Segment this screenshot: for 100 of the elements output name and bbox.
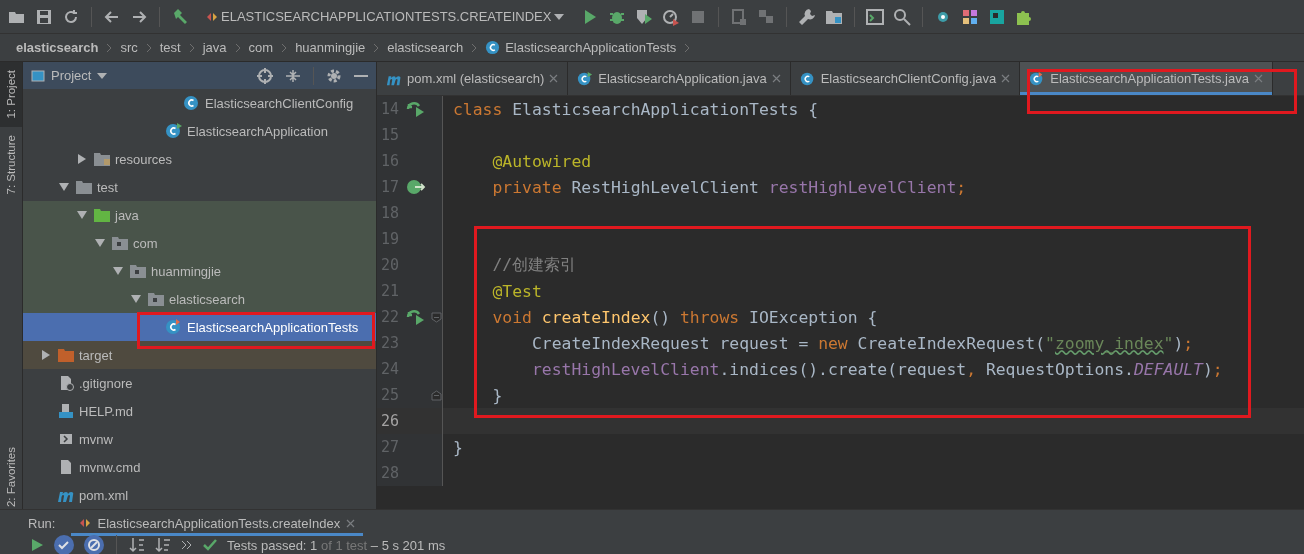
code-line: restHighLevelClient.indices().create(request, RequestOptions.DEFAULT); bbox=[530, 359, 1223, 379]
folder-icon bbox=[93, 207, 111, 223]
breadcrumb-item[interactable]: ElasticsearchApplicationTests bbox=[485, 40, 677, 55]
class-icon bbox=[165, 319, 183, 335]
tree-item[interactable]: ElasticsearchApplication bbox=[23, 117, 376, 145]
tree-item[interactable]: mvnw bbox=[23, 425, 376, 453]
expand-arrow-icon[interactable] bbox=[131, 294, 141, 304]
shield-icon[interactable] bbox=[635, 7, 654, 26]
sort-icon[interactable] bbox=[155, 537, 171, 553]
crosshair-icon[interactable] bbox=[257, 67, 273, 84]
tree-item[interactable]: java bbox=[23, 201, 376, 229]
grid-icon[interactable] bbox=[961, 7, 980, 26]
run-test-icon[interactable] bbox=[406, 101, 426, 117]
editor-tab[interactable]: ElasticsearchApplication.java bbox=[568, 62, 791, 95]
breadcrumb-item[interactable]: elasticsearch bbox=[387, 40, 464, 55]
expand-arrow-icon[interactable] bbox=[77, 210, 87, 220]
chevron-icon bbox=[281, 42, 288, 53]
tree-item[interactable]: .gitignore bbox=[23, 369, 376, 397]
chevron-icon bbox=[373, 42, 380, 53]
code-line: @Test bbox=[491, 281, 542, 301]
folder-icon bbox=[75, 179, 93, 195]
search-icon[interactable] bbox=[893, 7, 912, 26]
class-icon bbox=[165, 123, 183, 139]
code-line: } bbox=[453, 437, 463, 457]
expand-arrow-icon[interactable] bbox=[113, 266, 123, 276]
run-tab[interactable]: ElasticsearchApplicationTests.createIndex bbox=[71, 510, 364, 536]
editor-tab[interactable]: ElasticsearchApplicationTests.java bbox=[1020, 62, 1273, 95]
package-icon bbox=[111, 235, 129, 251]
tree-item[interactable]: mvnw.cmd bbox=[23, 453, 376, 481]
breadcrumb-item[interactable]: huanmingjie bbox=[295, 40, 366, 55]
tool-window-tab[interactable]: 7: Structure bbox=[0, 126, 22, 203]
run-test-icon[interactable] bbox=[406, 309, 426, 325]
caret-icon bbox=[554, 13, 565, 20]
wrench-icon[interactable] bbox=[798, 7, 817, 26]
tree-item[interactable]: elasticsearch bbox=[23, 285, 376, 313]
test-status: Tests passed: 1 of 1 test – 5 s 201 ms bbox=[227, 537, 446, 553]
chevron-icon bbox=[188, 42, 195, 53]
settings-icon[interactable] bbox=[326, 67, 342, 84]
code-line: class ElasticsearchApplicationTests { bbox=[453, 99, 819, 119]
fold-marker-icon[interactable] bbox=[431, 311, 442, 323]
code-line: } bbox=[491, 385, 503, 405]
expand-arrow-icon[interactable] bbox=[77, 154, 87, 164]
tree-item[interactable]: pom.xml bbox=[23, 481, 376, 509]
expand-arrow-icon[interactable] bbox=[95, 238, 105, 248]
tree-item[interactable]: test bbox=[23, 173, 376, 201]
class-icon bbox=[577, 70, 594, 87]
tool-window-tab[interactable]: 2: Favorites bbox=[0, 438, 22, 509]
breadcrumb-item[interactable]: src bbox=[120, 40, 138, 55]
code-line: //创建索引 bbox=[491, 254, 577, 276]
box-icon[interactable] bbox=[988, 7, 1007, 26]
close-icon[interactable] bbox=[549, 74, 559, 83]
window-icon[interactable] bbox=[866, 7, 885, 26]
expand-arrow-icon[interactable] bbox=[41, 350, 51, 360]
tree-item[interactable]: HELP.md bbox=[23, 397, 376, 425]
code-line: @Autowired bbox=[491, 151, 592, 171]
gauge-icon[interactable] bbox=[662, 7, 681, 26]
project-view-dropdown[interactable]: Project bbox=[31, 68, 108, 83]
expand-arrow-icon[interactable] bbox=[59, 182, 69, 192]
tree-item[interactable]: ElasticsearchClientConfig bbox=[23, 89, 376, 117]
editor-tab[interactable]: pom.xml (elasticsearch) bbox=[377, 62, 569, 95]
close-icon[interactable] bbox=[771, 74, 781, 83]
tree-item[interactable]: resources bbox=[23, 145, 376, 173]
sync-icon[interactable] bbox=[62, 7, 80, 26]
package-icon bbox=[147, 291, 165, 307]
tool-window-tab[interactable]: 1: Project bbox=[0, 62, 22, 127]
chevron-icon bbox=[106, 42, 113, 53]
fold-marker-icon[interactable] bbox=[431, 389, 442, 401]
tree-item[interactable]: huanmingjie bbox=[23, 257, 376, 285]
run-label: Run: bbox=[28, 515, 56, 531]
save-icon[interactable] bbox=[35, 7, 53, 26]
bean-icon[interactable] bbox=[406, 179, 426, 195]
code-line: void createIndex() throws IOException { bbox=[491, 307, 878, 327]
breadcrumb-item[interactable]: com bbox=[248, 40, 274, 55]
sort-icon[interactable] bbox=[129, 537, 145, 553]
run-configuration-dropdown[interactable]: ELASTICSEARCHAPPLICATIONTESTS.CREATEINDEX bbox=[198, 9, 573, 24]
markdown-file-icon bbox=[57, 403, 75, 419]
chevron-icon bbox=[684, 42, 691, 53]
tree-item[interactable]: com bbox=[23, 229, 376, 257]
double-chevron-icon[interactable] bbox=[181, 540, 193, 550]
breadcrumb-item[interactable]: elasticsearch bbox=[16, 40, 99, 55]
package-icon bbox=[129, 263, 147, 279]
close-icon[interactable] bbox=[346, 518, 356, 528]
code-line: private RestHighLevelClient restHighLevelClient; bbox=[491, 177, 967, 197]
hammer-icon[interactable] bbox=[171, 7, 189, 26]
close-icon[interactable] bbox=[1001, 74, 1011, 83]
tree-item[interactable]: target bbox=[23, 341, 376, 369]
check-icon bbox=[203, 539, 217, 551]
chevron-icon bbox=[145, 42, 152, 53]
test-config-icon bbox=[206, 10, 218, 23]
collapse-icon[interactable] bbox=[285, 67, 301, 84]
breadcrumb-item[interactable]: java bbox=[202, 40, 227, 55]
class-icon bbox=[183, 95, 201, 111]
test-config-icon bbox=[79, 517, 92, 529]
breadcrumb-item[interactable]: test bbox=[159, 40, 181, 55]
class-icon bbox=[485, 40, 501, 55]
tree-item[interactable]: ElasticsearchApplicationTests bbox=[23, 313, 376, 341]
script-file-icon bbox=[57, 431, 75, 447]
run-icon[interactable] bbox=[30, 538, 44, 552]
caret-icon bbox=[97, 72, 108, 79]
folder-icon bbox=[93, 151, 111, 167]
